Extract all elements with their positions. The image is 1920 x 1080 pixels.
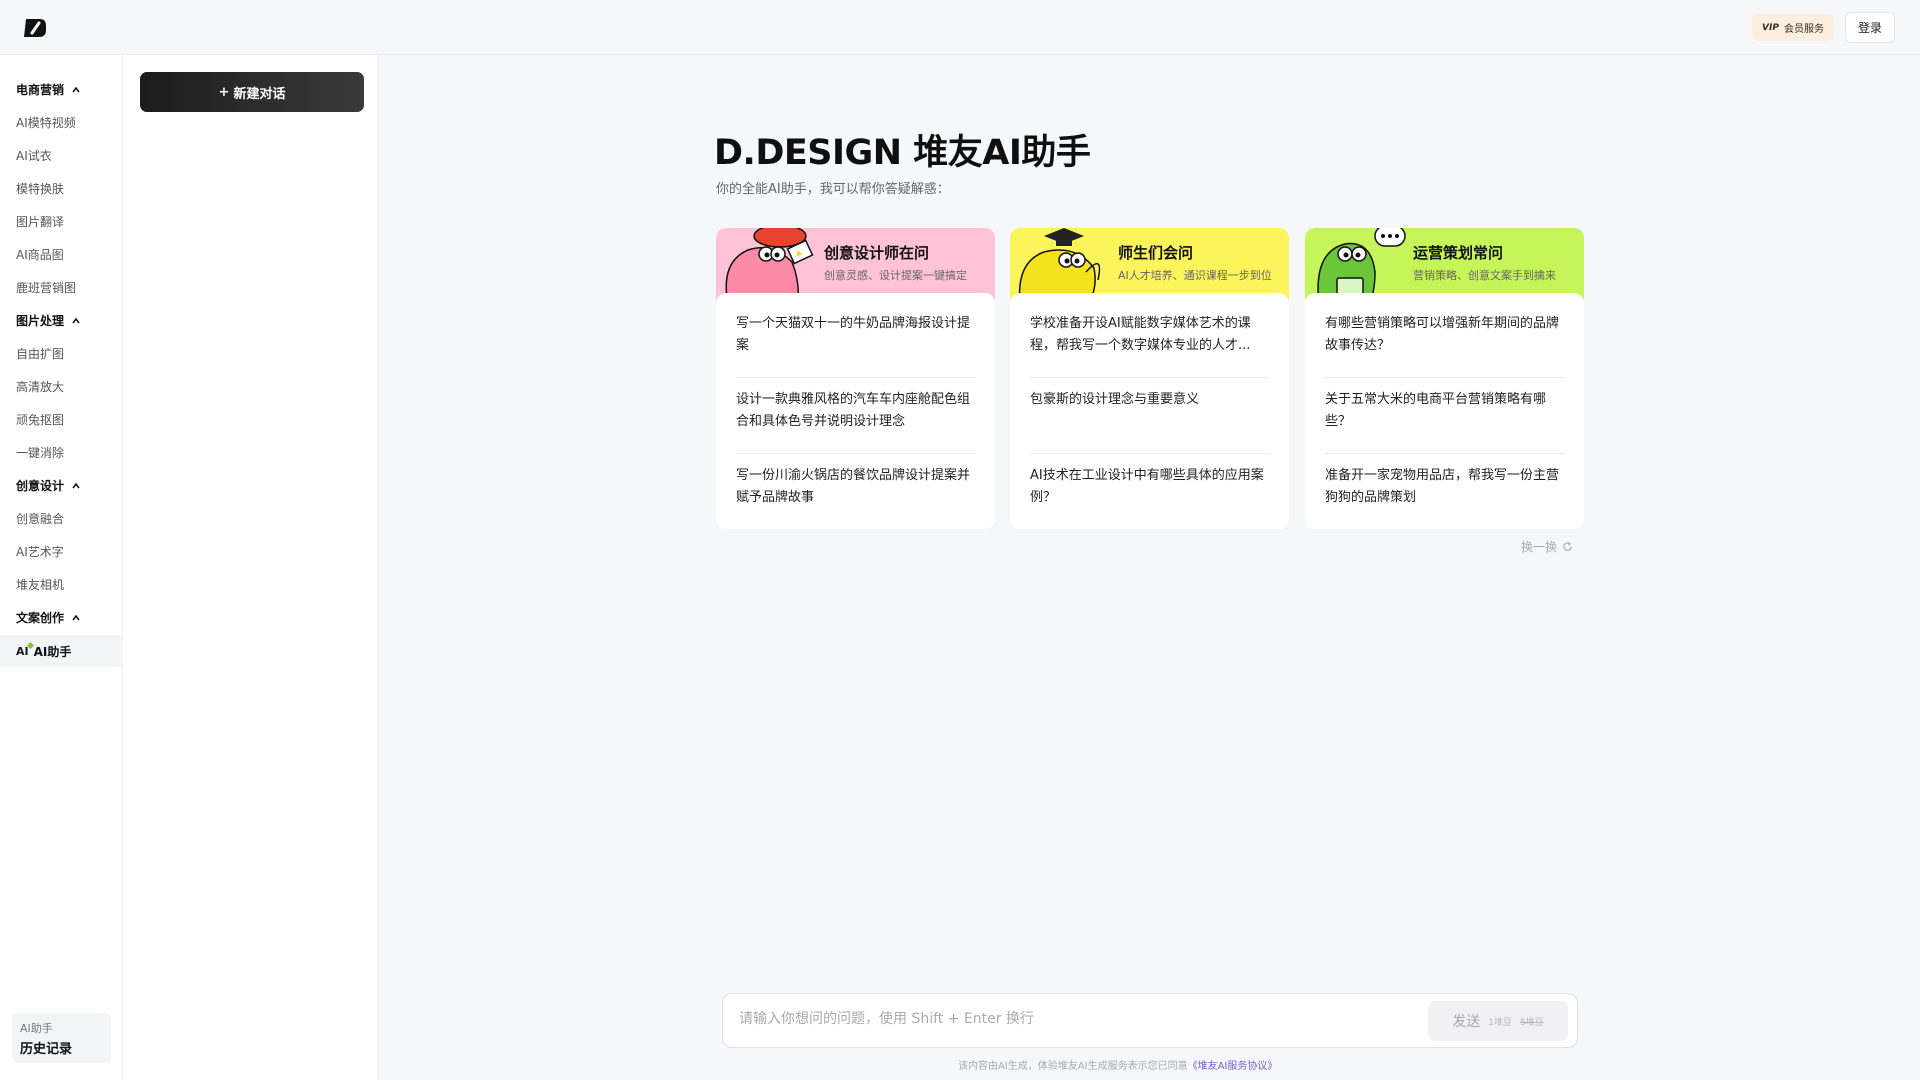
card-header: 运营策划常问 营销策略、创意文案手到擒来 [1305, 228, 1584, 304]
page-subtitle: 你的全能AI助手，我可以帮你答疑解惑： [716, 182, 950, 197]
conversation-panel: + 新建对话 [123, 55, 379, 1080]
sidebar-item-ai-product-image[interactable]: AI商品图 [16, 246, 64, 263]
card-header: 创意设计师在问 创意灵感、设计提案一键搞定 [716, 228, 995, 304]
chevron-up-icon [72, 86, 80, 92]
card-subtitle: 创意灵感、设计提案一键搞定 [824, 269, 967, 282]
divider [1030, 377, 1270, 378]
history-caption: AI助手 [20, 1022, 53, 1035]
new-chat-label: 新建对话 [233, 86, 286, 102]
footer-disclaimer: 该内容由AI生成，体验堆友AI生成服务表示您已同意《堆友AI服务协议》 [958, 1057, 1277, 1072]
question-item[interactable]: 写一份川渝火锅店的餐饮品牌设计提案并赋予品牌故事 [736, 465, 976, 509]
section-image-processing[interactable]: 图片处理 [16, 312, 80, 329]
section-title: 图片处理 [16, 314, 65, 328]
section-creative-design[interactable]: 创意设计 [16, 477, 80, 494]
question-item[interactable]: 设计一款典雅风格的汽车车内座舱配色组合和具体色号并说明设计理念 [736, 389, 976, 433]
section-ecommerce[interactable]: 电商营销 [16, 81, 80, 98]
divider [1325, 453, 1565, 454]
send-label: 发送 [1452, 1014, 1481, 1030]
footer-text: 该内容由AI生成，体验堆友AI生成服务表示您已同意 [958, 1061, 1188, 1072]
vip-tag: VIP [1762, 22, 1779, 33]
chevron-up-icon [72, 614, 80, 620]
vip-label: 会员服务 [1783, 24, 1824, 35]
vip-membership-button[interactable]: VIP 会员服务 [1752, 14, 1834, 41]
sidebar-item-free-expand[interactable]: 自由扩图 [16, 345, 64, 362]
section-title: 创意设计 [16, 479, 65, 493]
sidebar-item-cutout[interactable]: 顽兔抠图 [16, 411, 64, 428]
new-chat-button[interactable]: + 新建对话 [140, 72, 364, 112]
history-button[interactable]: AI助手 历史记录 [12, 1013, 111, 1063]
divider [736, 453, 976, 454]
left-sidebar: 电商营销 AI模特视频 AI试衣 模特换肤 图片翻译 AI商品图 鹿班营销图 图… [0, 55, 123, 1080]
card-body: 学校准备开设AI赋能数字媒体艺术的课程，帮我写一个数字媒体专业的人才... 包豪… [1010, 293, 1289, 529]
cost-original: 5堆豆 [1520, 1017, 1544, 1028]
sidebar-item-ai-model-video[interactable]: AI模特视频 [16, 114, 76, 131]
card-body: 写一个天猫双十一的牛奶品牌海报设计提案 设计一款典雅风格的汽车车内座舱配色组合和… [716, 293, 995, 529]
divider [1325, 377, 1565, 378]
question-item[interactable]: 关于五常大米的电商平台营销策略有哪些？ [1325, 389, 1565, 433]
chat-input[interactable] [739, 1011, 1419, 1027]
question-item[interactable]: 有哪些营销策略可以增强新年期间的品牌故事传达？ [1325, 313, 1565, 357]
question-item[interactable]: 包豪斯的设计理念与重要意义 [1030, 389, 1270, 411]
service-agreement-link[interactable]: 《堆友AI服务协议》 [1188, 1061, 1278, 1072]
refresh-label: 换一换 [1521, 540, 1558, 554]
card-title: 运营策划常问 [1413, 244, 1504, 262]
card-body: 有哪些营销策略可以增强新年期间的品牌故事传达？ 关于五常大米的电商平台营销策略有… [1305, 293, 1584, 529]
ai-assistant-icon: AI [16, 641, 34, 658]
card-title: 创意设计师在问 [824, 244, 930, 262]
page-title: D.DESIGN 堆友AI助手 [714, 133, 1091, 173]
refresh-icon [1563, 541, 1572, 551]
chevron-up-icon [72, 317, 80, 323]
sidebar-item-ai-art-text[interactable]: AI艺术字 [16, 543, 64, 560]
cost-current: 1堆豆 [1488, 1017, 1512, 1028]
top-bar: VIP 会员服务 登录 [0, 0, 1920, 55]
card-subtitle: AI人才培养、通识课程一步到位 [1118, 269, 1272, 282]
ai-badge-text: AI [16, 644, 29, 658]
login-button[interactable]: 登录 [1845, 12, 1895, 43]
sidebar-item-ai-tryon[interactable]: AI试衣 [16, 147, 52, 164]
chevron-up-icon [72, 482, 80, 488]
sidebar-item-image-translate[interactable]: 图片翻译 [16, 213, 64, 230]
history-label: 历史记录 [20, 1042, 73, 1057]
send-button[interactable]: 发送 1堆豆 5堆豆 [1428, 1001, 1568, 1041]
card-designer: 创意设计师在问 创意灵感、设计提案一键搞定 写一个天猫双十一的牛奶品牌海报设计提… [716, 228, 995, 529]
section-title: 文案创作 [16, 611, 65, 625]
question-item[interactable]: 写一个天猫双十一的牛奶品牌海报设计提案 [736, 313, 976, 357]
question-item[interactable]: AI技术在工业设计中有哪些具体的应用案例？ [1030, 465, 1270, 509]
plus-icon: + [218, 84, 230, 100]
sidebar-item-ai-assistant[interactable]: AI AI助手 [0, 635, 123, 667]
logo-icon[interactable] [22, 16, 48, 40]
divider [736, 377, 976, 378]
card-title: 师生们会问 [1118, 244, 1194, 262]
refresh-button[interactable]: 换一换 [1521, 538, 1573, 555]
card-teachers-students: 师生们会问 AI人才培养、通识课程一步到位 学校准备开设AI赋能数字媒体艺术的课… [1010, 228, 1289, 529]
sidebar-item-duiyou-camera[interactable]: 堆友相机 [16, 576, 64, 593]
divider [1030, 453, 1270, 454]
section-title: 电商营销 [16, 83, 65, 97]
sidebar-item-model-skin[interactable]: 模特换肤 [16, 180, 64, 197]
sidebar-item-hd-upscale[interactable]: 高清放大 [16, 378, 64, 395]
section-copywriting[interactable]: 文案创作 [16, 609, 80, 626]
question-item[interactable]: 准备开一家宠物用品店，帮我写一份主营狗狗的品牌策划 [1325, 465, 1565, 509]
sidebar-item-creative-fusion[interactable]: 创意融合 [16, 510, 64, 527]
card-header: 师生们会问 AI人才培养、通识课程一步到位 [1010, 228, 1289, 304]
sidebar-item-erase[interactable]: 一键消除 [16, 444, 64, 461]
sidebar-item-label: AI助手 [33, 644, 72, 659]
chat-input-box: 发送 1堆豆 5堆豆 [722, 993, 1578, 1048]
sidebar-item-luban-marketing[interactable]: 鹿班营销图 [16, 279, 76, 296]
question-item[interactable]: 学校准备开设AI赋能数字媒体艺术的课程，帮我写一个数字媒体专业的人才... [1030, 313, 1270, 357]
card-operations: 运营策划常问 营销策略、创意文案手到擒来 有哪些营销策略可以增强新年期间的品牌故… [1305, 228, 1584, 529]
card-subtitle: 营销策略、创意文案手到擒来 [1413, 269, 1556, 282]
